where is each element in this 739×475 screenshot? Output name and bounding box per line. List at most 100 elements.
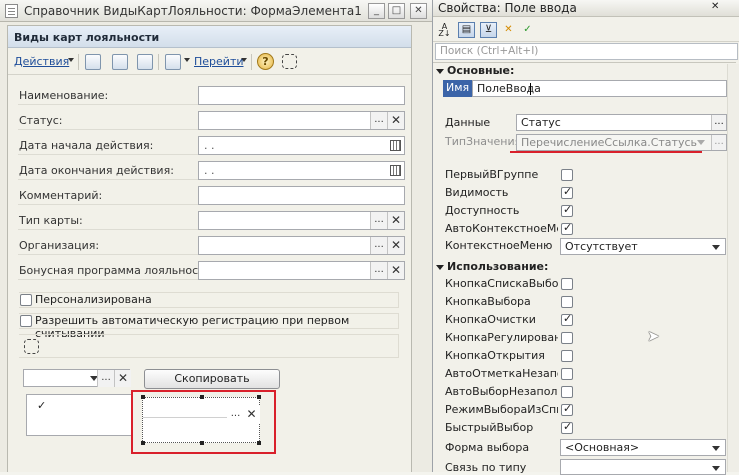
property-checkbox[interactable] [561,203,573,217]
type-property-label: ТипЗначения [445,135,522,148]
clear-button[interactable]: ✕ [387,262,404,279]
property-checkbox[interactable] [561,386,573,398]
name-property-field[interactable]: ПолеВвода [472,80,727,97]
property-checkbox[interactable] [561,312,573,326]
field-input[interactable]: ... ✕ [198,211,405,230]
maximize-icon[interactable]: □ [388,3,405,19]
select-button[interactable]: ... [370,112,387,129]
apply-icon[interactable]: ✓ [519,22,536,38]
select-button[interactable]: ... [370,262,387,279]
property-checkbox[interactable] [561,169,573,181]
property-checkbox[interactable] [561,350,573,362]
clear-button[interactable]: ✕ [387,237,404,254]
create-icon[interactable] [85,54,101,70]
reread-icon[interactable] [137,54,153,70]
navigate-icon[interactable] [165,54,181,70]
type-link-field[interactable] [560,459,726,475]
field-input[interactable]: ... ✕ [198,111,405,130]
resize-handle[interactable] [257,441,261,445]
form-command-bar: Действия Перейти ? [8,49,411,75]
chevron-down-icon[interactable] [712,466,720,471]
property-checkbox[interactable] [561,221,573,235]
form-caption-bar: Виды карт лояльности [8,26,411,48]
field-input[interactable] [198,86,405,105]
group-basic[interactable]: Основные: [436,64,514,77]
sort-alpha-icon[interactable]: A Z↓ [436,22,453,38]
resize-handle[interactable] [200,441,204,445]
chevron-down-icon[interactable] [712,245,720,250]
search-placeholder: Поиск (Ctrl+Alt+I) [440,45,539,57]
field-input[interactable] [198,186,405,205]
resize-handle[interactable] [200,395,204,399]
property-label: КнопкаОткрытия [445,349,545,362]
data-property-field[interactable]: Статус ... [516,114,727,131]
small-combo-field[interactable]: ... ✕ [23,369,131,387]
resize-handle[interactable] [141,395,145,399]
chevron-down-icon[interactable] [241,58,247,62]
properties-scrollbar[interactable] [727,64,739,472]
cancel-icon[interactable]: ✕ [500,22,517,38]
close-icon[interactable]: ✕ [711,1,719,12]
name-property-value: ПолеВвода [477,82,541,95]
property-checkbox[interactable] [561,296,573,308]
field-input[interactable]: ... ✕ [198,236,405,255]
selected-input-field[interactable]: ... ✕ [142,397,260,443]
chevron-down-icon[interactable] [712,446,720,451]
placeholder-button-icon[interactable] [282,54,297,69]
field-input[interactable]: . . [198,136,405,155]
resize-handle[interactable] [141,441,145,445]
property-checkbox[interactable] [561,402,573,416]
auto-register-checkbox[interactable] [20,315,32,327]
annotation-underline [510,151,702,153]
choice-form-select[interactable]: <Основная> [560,439,726,456]
calendar-icon[interactable] [390,165,401,176]
calendar-icon[interactable] [390,140,401,151]
placeholder-element-icon[interactable] [24,339,39,354]
select-button[interactable]: ... [97,370,114,387]
save-icon[interactable] [112,54,128,70]
select-button[interactable]: ... [711,135,726,150]
group-usage-label: Использование: [447,260,549,273]
clear-button[interactable]: ✕ [387,212,404,229]
categories-icon[interactable]: ▤ [458,22,475,38]
group-usage[interactable]: Использование: [436,260,548,273]
name-property-label[interactable]: Имя [443,80,472,97]
close-icon[interactable]: ✕ [410,3,427,19]
chevron-down-icon[interactable] [697,140,705,145]
property-label: Видимость [445,186,509,199]
property-checkbox[interactable] [561,185,573,199]
type-property-field[interactable]: ПеречислениеСсылка.СтатусыВид ... [516,134,727,151]
property-label: АвтоКонтекстноеМеню [445,222,558,235]
toolbar-divider [78,54,79,70]
filter-icon[interactable]: ⊻ [480,22,497,38]
select-button[interactable]: ... [370,212,387,229]
select-button[interactable]: ... [370,237,387,254]
goto-menu[interactable]: Перейти [194,55,244,68]
copy-button[interactable]: Скопировать [144,369,280,389]
clear-button[interactable]: ✕ [243,406,260,423]
field-input[interactable]: ... ✕ [198,261,405,280]
select-button[interactable]: ... [711,115,726,130]
minimize-icon[interactable]: _ [368,3,385,19]
property-checkbox[interactable] [561,368,573,380]
mouse-pointer-icon: ➤ [647,327,660,345]
choice-form-value: <Основная> [565,441,640,454]
select-button[interactable]: ... [227,406,244,423]
property-checkbox[interactable] [561,278,573,290]
actions-menu[interactable]: Действия [14,55,69,68]
properties-search[interactable]: Поиск (Ctrl+Alt+I) [435,43,738,60]
chevron-down-icon[interactable] [184,58,190,62]
document-icon [5,4,18,18]
help-icon[interactable]: ? [257,53,274,70]
value-list[interactable]: ✓ [26,394,133,436]
resize-handle[interactable] [257,395,261,399]
property-checkbox[interactable] [561,420,573,434]
context-menu-select[interactable]: Отсутствует [560,238,726,255]
property-checkbox[interactable] [561,332,573,344]
personalized-checkbox[interactable] [20,294,32,306]
clear-button[interactable]: ✕ [114,370,131,387]
chevron-down-icon[interactable] [68,58,74,62]
clear-button[interactable]: ✕ [387,112,404,129]
field-input[interactable]: . . [198,161,405,180]
type-link-label: Связь по типу [445,461,527,474]
